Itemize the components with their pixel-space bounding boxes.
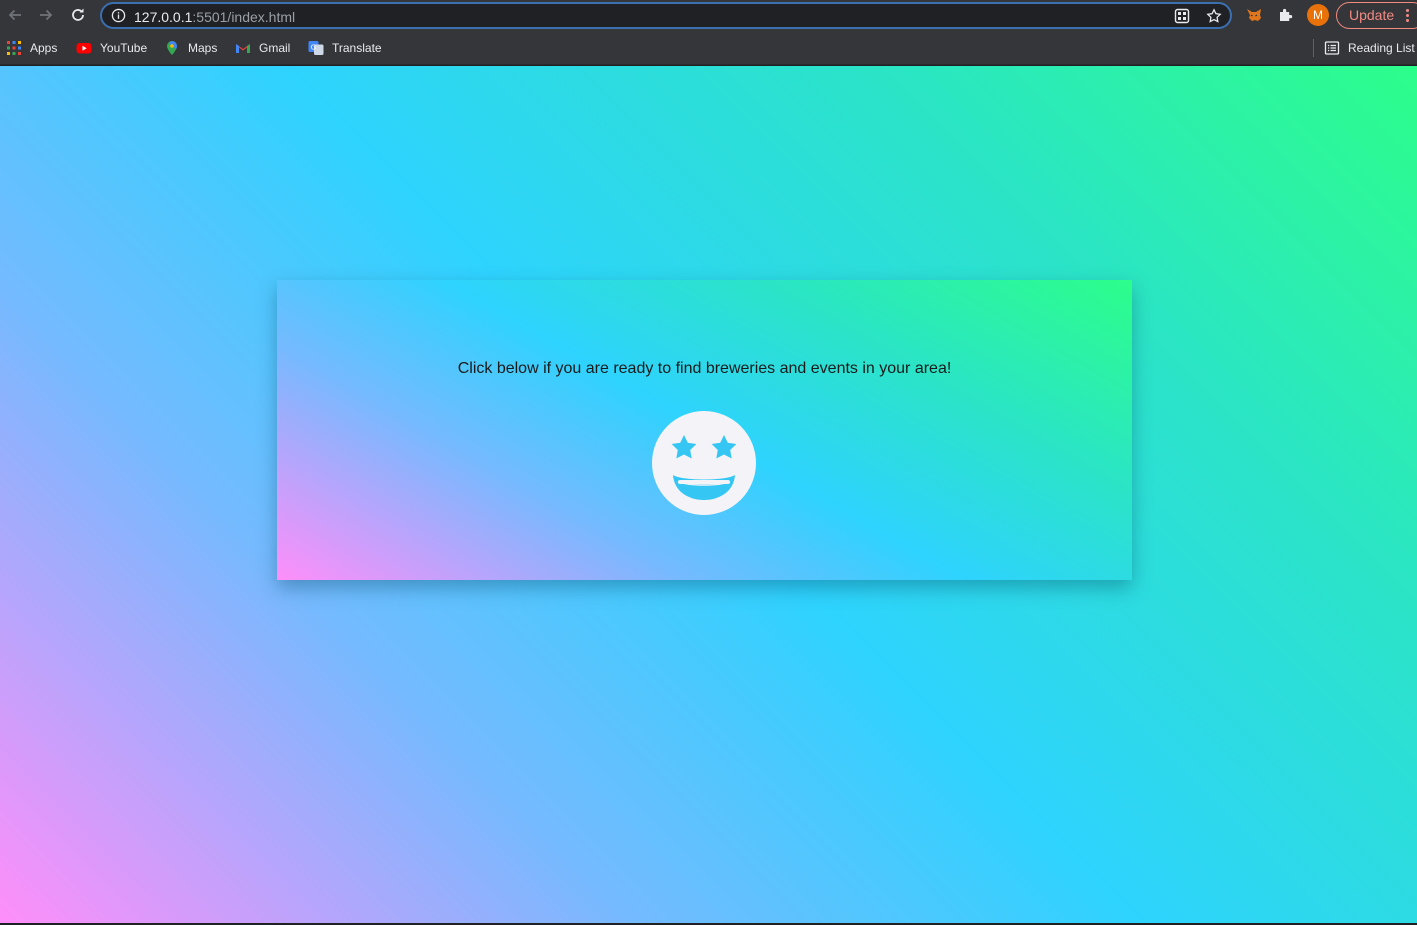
- bookmark-label: Gmail: [259, 41, 291, 55]
- apps-grid-icon: [7, 41, 21, 55]
- reading-list-label: Reading List: [1348, 41, 1415, 55]
- star-icon[interactable]: [1206, 8, 1222, 24]
- gmail-icon: [236, 44, 250, 53]
- reading-list-button[interactable]: Reading List: [1324, 39, 1415, 57]
- info-icon[interactable]: [111, 8, 126, 23]
- url-host: 127.0.0.1: [134, 9, 193, 25]
- translate-icon: G: [308, 41, 324, 55]
- more-menu-icon[interactable]: [1406, 9, 1410, 23]
- youtube-icon: [76, 43, 92, 54]
- bookmarks-bar: Apps YouTube Maps Gmail G Translate Read…: [0, 31, 1417, 65]
- maps-pin-icon: [167, 41, 177, 55]
- bookmark-label: Apps: [30, 41, 58, 55]
- bookmark-label: Maps: [188, 41, 218, 55]
- browser-toolbar: 127.0.0.1:5501/index.html M Update: [0, 0, 1417, 31]
- address-bar[interactable]: 127.0.0.1:5501/index.html: [100, 2, 1232, 29]
- bookmark-maps[interactable]: Maps: [164, 39, 217, 57]
- reading-list-icon: [1324, 41, 1340, 55]
- extensions-puzzle-icon[interactable]: [1277, 6, 1295, 24]
- bookmark-apps[interactable]: Apps: [6, 39, 57, 57]
- bookmark-gmail[interactable]: Gmail: [235, 39, 290, 57]
- reload-icon[interactable]: [67, 4, 89, 26]
- page-viewport: Click below if you are ready to find bre…: [0, 66, 1417, 923]
- metamask-icon[interactable]: [1245, 6, 1263, 24]
- profile-avatar[interactable]: M: [1307, 4, 1329, 26]
- url-path: :5501/index.html: [192, 9, 296, 25]
- bookmark-label: YouTube: [100, 41, 148, 55]
- back-arrow-icon[interactable]: [4, 4, 26, 26]
- svg-text:G: G: [311, 43, 316, 51]
- url-text: 127.0.0.1:5501/index.html: [134, 9, 295, 25]
- qr-code-icon[interactable]: [1174, 8, 1190, 24]
- card-message: Click below if you are ready to find bre…: [457, 360, 952, 377]
- forward-arrow-icon[interactable]: [35, 4, 57, 26]
- bookmark-label: Translate: [332, 41, 382, 55]
- grin-stars-icon[interactable]: [652, 411, 756, 515]
- bookmark-youtube[interactable]: YouTube: [76, 39, 147, 57]
- bookmarks-divider: [1313, 39, 1314, 57]
- welcome-card: Click below if you are ready to find bre…: [277, 280, 1132, 580]
- bookmark-translate[interactable]: G Translate: [308, 39, 382, 57]
- update-button[interactable]: Update: [1336, 2, 1417, 29]
